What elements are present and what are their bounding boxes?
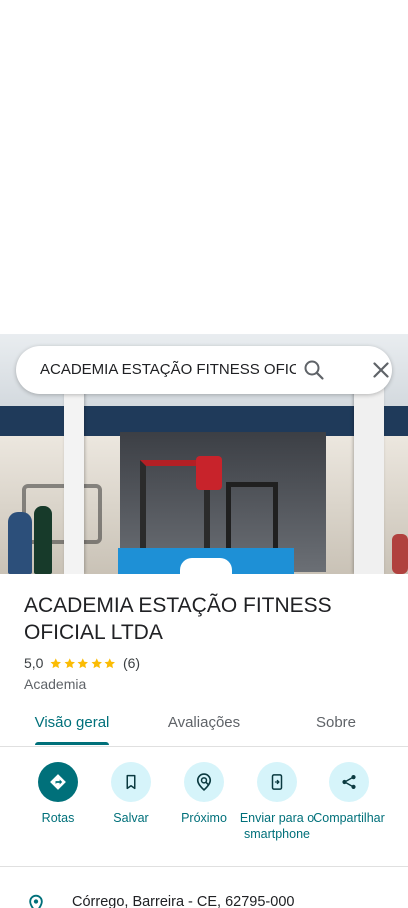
rating-row[interactable]: 5,0 (6) [24,654,140,672]
nearby-label: Próximo [181,811,227,825]
address-row[interactable]: Córrego, Barreira - CE, 62795-000 [0,886,408,908]
search-icon[interactable] [302,358,326,382]
address-text: Córrego, Barreira - CE, 62795-000 [72,894,295,908]
section-divider [0,866,408,867]
directions-label: Rotas [41,811,75,825]
tab-reviews[interactable]: Avaliações [154,700,254,746]
tab-about[interactable]: Sobre [296,700,376,746]
place-title: ACADEMIA ESTAÇÃO FITNESS OFICIAL LTDA [24,594,332,644]
save-circle [111,762,151,802]
star-icon [51,657,62,668]
tab-overview[interactable]: Visão geral [22,700,122,746]
save-button[interactable]: Salvar [91,760,171,826]
photo-person [8,512,32,574]
directions-circle [38,762,78,802]
search-input[interactable]: ACADEMIA ESTAÇÃO FITNESS OFIC [40,346,296,394]
star-icon [78,657,89,668]
photo-column [354,374,384,574]
nearby-circle [184,762,224,802]
share-circle [329,762,369,802]
rating-value: 5,0 [24,655,44,671]
star-icon [105,657,116,668]
close-icon[interactable] [369,358,393,382]
send-to-phone-icon [271,774,283,790]
star-rating [49,657,117,670]
photo-column [64,374,84,574]
save-label: Salvar [113,811,149,825]
star-icon [91,657,102,668]
send-to-phone-circle [257,762,297,802]
directions-button[interactable]: Rotas [18,760,98,826]
action-buttons: Rotas Salvar Próximo Enviar para o smart… [0,760,408,864]
place-category: Academia [24,676,87,692]
photo-person [392,534,408,574]
review-count[interactable]: (6) [123,655,140,671]
send-to-phone-button[interactable]: Enviar para o smartphone [237,760,317,842]
search-bar[interactable]: ACADEMIA ESTAÇÃO FITNESS OFIC [16,346,392,394]
nearby-icon [196,773,212,792]
share-icon [342,775,356,789]
active-tab-indicator [35,742,109,745]
location-pin-icon [29,894,43,908]
bookmark-icon [126,774,136,790]
nearby-button[interactable]: Próximo [164,760,244,826]
star-icon [64,657,75,668]
photo-counter-logo [180,558,232,574]
map-area[interactable] [0,0,408,334]
share-button[interactable]: Compartilhar [309,760,389,826]
tab-bar: Visão geral Avaliações Sobre [0,700,408,747]
send-to-phone-label: Enviar para o smartphone [239,811,315,841]
photo-equipment [196,456,222,490]
share-label: Compartilhar [313,811,385,825]
photo-person [34,506,52,574]
directions-icon [50,774,66,790]
